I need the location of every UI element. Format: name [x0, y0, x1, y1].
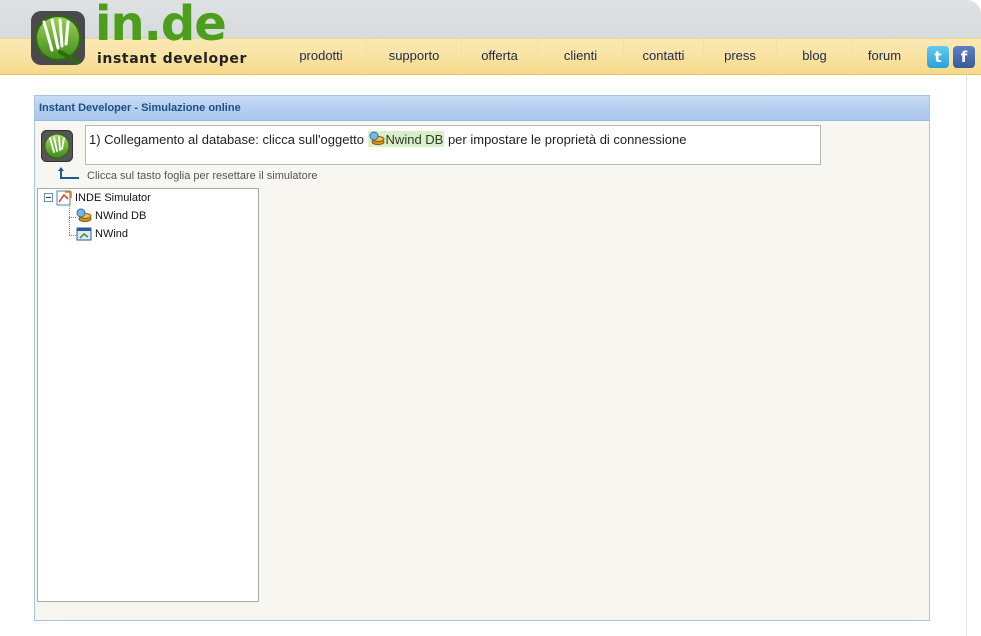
brand-name[interactable]: in.de: [95, 0, 227, 48]
reset-hint: Clicca sul tasto foglia per resettare il…: [87, 170, 318, 182]
nav-item-clienti[interactable]: clienti: [537, 38, 623, 73]
leaf-reset-icon[interactable]: [41, 130, 73, 162]
facebook-icon[interactable]: f: [953, 46, 975, 68]
brand-tagline: instant developer: [97, 51, 247, 67]
nwind-db-label: Nwind DB: [385, 132, 444, 147]
tree-item-inde-simulator[interactable]: INDE Simulator: [42, 190, 242, 206]
instruction-box: 1) Collegamento al database: clicca sull…: [85, 125, 821, 165]
main-nav: prodotti supporto offerta clienti contat…: [276, 38, 916, 73]
site-header: in.de instant developer prodotti support…: [0, 0, 981, 75]
nav-item-supporto[interactable]: supporto: [366, 38, 461, 73]
tree-item-nwind[interactable]: NWind: [42, 226, 242, 242]
nav-item-prodotti[interactable]: prodotti: [276, 38, 366, 73]
tree-item-label: INDE Simulator: [75, 192, 151, 204]
nav-item-offerta[interactable]: offerta: [461, 38, 537, 73]
project-icon: [56, 190, 72, 206]
tree-item-nwind-db[interactable]: NWind DB: [42, 208, 242, 224]
collapse-icon[interactable]: [44, 193, 53, 202]
tree-item-label: NWind: [95, 228, 129, 240]
inde-logo-icon[interactable]: [30, 10, 86, 66]
project-tree: INDE Simulator NWind DB NWind: [37, 188, 259, 602]
database-icon: [76, 208, 92, 222]
tree-item-label: NWind DB: [95, 210, 147, 222]
arrow-up-icon: [58, 167, 79, 179]
twitter-icon[interactable]: t: [927, 46, 949, 68]
panel-title: Instant Developer - Simulazione online: [39, 102, 241, 114]
application-icon: [76, 227, 92, 241]
simulator-panel: Instant Developer - Simulazione online 1…: [34, 95, 930, 621]
nav-item-contatti[interactable]: contatti: [623, 38, 703, 73]
instruction-prefix: 1) Collegamento al database: clicca sull…: [89, 132, 368, 147]
nav-item-forum[interactable]: forum: [852, 38, 916, 73]
instruction-suffix: per impostare le proprietà di connession…: [444, 132, 687, 147]
nav-item-press[interactable]: press: [703, 38, 776, 73]
nav-item-blog[interactable]: blog: [776, 38, 852, 73]
page-right-rule: [966, 75, 967, 636]
database-icon: [369, 131, 385, 145]
nwind-db-link[interactable]: Nwind DB: [367, 131, 445, 147]
panel-title-bar: Instant Developer - Simulazione online: [35, 96, 929, 121]
